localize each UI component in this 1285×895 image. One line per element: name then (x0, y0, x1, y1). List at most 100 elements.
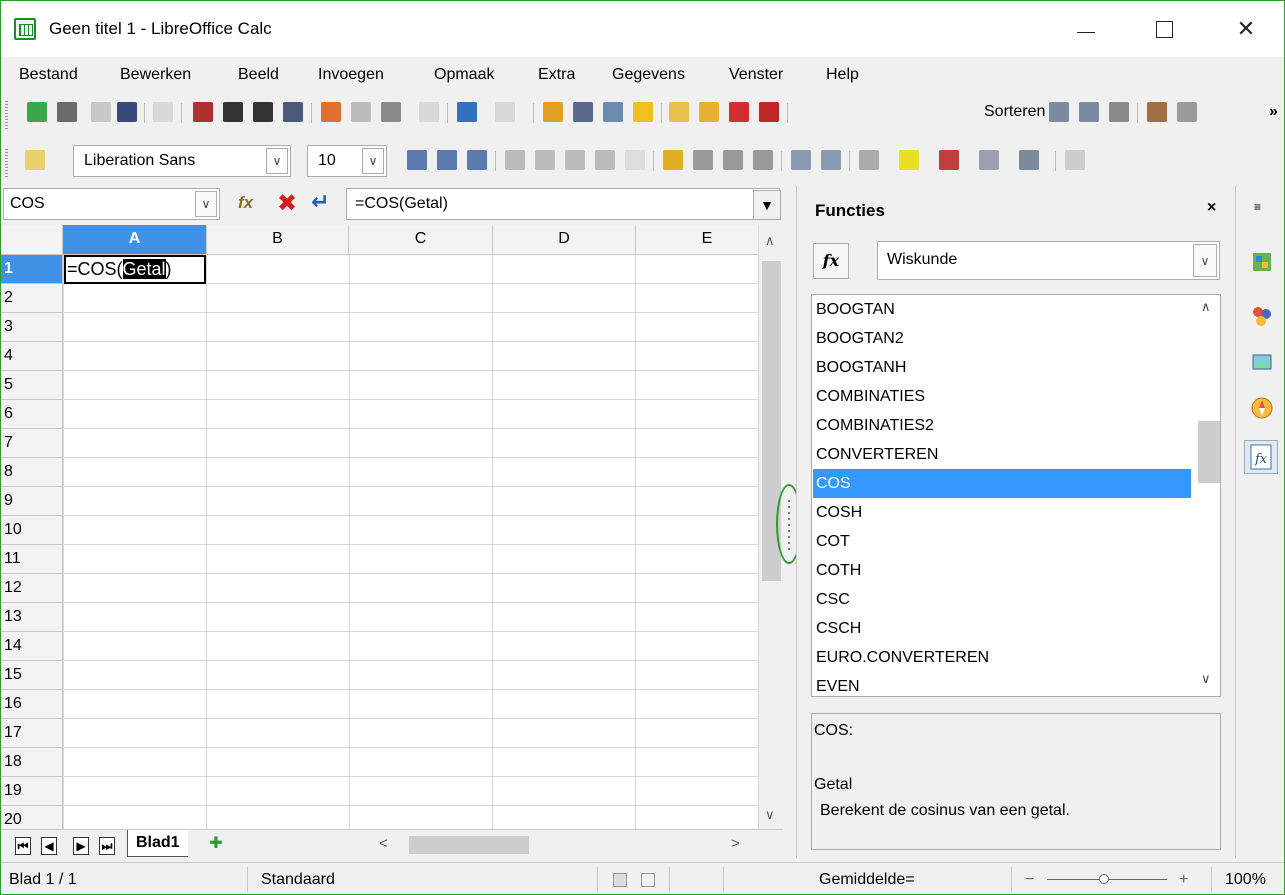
menu-bestand[interactable]: Bestand (19, 66, 78, 84)
print-icon[interactable] (223, 102, 243, 122)
gallery-icon[interactable] (1250, 350, 1274, 374)
row-header[interactable]: 6 (1, 400, 63, 429)
function-list[interactable]: BOOGTAN BOOGTAN2 BOOGTANH COMBINATIES CO… (811, 294, 1221, 697)
add-decimal-icon[interactable] (723, 150, 743, 170)
font-name-combo[interactable]: Liberation Sans ∨ (73, 145, 291, 177)
navigator-toolbar-icon[interactable] (633, 102, 653, 122)
currency-format-icon[interactable] (663, 150, 683, 170)
new-document-icon[interactable] (27, 102, 47, 122)
scroll-down-icon[interactable]: ∨ (765, 807, 775, 823)
row-header[interactable]: 20 (1, 806, 63, 829)
menu-opmaak[interactable]: Opmaak (434, 66, 494, 84)
background-color-icon[interactable] (939, 150, 959, 170)
expand-formula-bar-button[interactable]: ▼ (753, 190, 781, 220)
chevron-down-icon[interactable]: ∨ (1193, 244, 1217, 277)
scroll-up-icon[interactable]: ∧ (1201, 299, 1211, 315)
last-sheet-button[interactable]: ⏭ (99, 837, 115, 855)
sheet-tab[interactable]: Blad1 (127, 830, 188, 857)
minimize-button[interactable] (1063, 9, 1109, 49)
list-item[interactable]: COSH (813, 498, 1191, 527)
close-icon[interactable]: × (1207, 199, 1216, 217)
list-item[interactable]: CSC (813, 585, 1191, 614)
navigator-icon[interactable] (1250, 396, 1274, 420)
select-all-corner[interactable] (1, 225, 63, 255)
insert-chart-icon[interactable] (1177, 102, 1197, 122)
list-item[interactable]: BOOGTAN2 (813, 324, 1191, 353)
insert-image-icon[interactable] (1147, 102, 1167, 122)
sort-ascending-icon[interactable] (1049, 102, 1069, 122)
print-direct-icon[interactable] (253, 102, 273, 122)
insert-row-icon[interactable] (669, 102, 689, 122)
horizontal-scrollbar[interactable]: < > (371, 834, 749, 856)
row-header[interactable]: 1 (1, 255, 63, 284)
accept-icon[interactable]: ↵ (311, 189, 329, 215)
function-list-scrollbar[interactable]: ∧ ∨ (1195, 295, 1220, 696)
conditional-format-icon[interactable] (979, 150, 999, 170)
toolbar-overflow-button[interactable]: » (1269, 103, 1278, 121)
chevron-down-icon[interactable]: ∨ (362, 148, 384, 174)
list-item[interactable]: BOOGTAN (813, 295, 1191, 324)
scrollbar-thumb[interactable] (409, 836, 529, 854)
list-item[interactable]: EURO.CONVERTEREN (813, 643, 1191, 672)
first-sheet-button[interactable]: ⏮ (15, 837, 31, 855)
name-box[interactable]: COS ∨ (3, 188, 220, 220)
undo-icon[interactable] (457, 102, 477, 122)
save-icon[interactable] (91, 102, 111, 122)
menu-gegevens[interactable]: Gegevens (612, 66, 685, 84)
bold-icon[interactable] (407, 150, 427, 170)
row-header[interactable]: 19 (1, 777, 63, 806)
column-header[interactable]: A (63, 225, 207, 255)
maximize-button[interactable] (1141, 9, 1187, 49)
menu-invoegen[interactable]: Invoegen (318, 66, 384, 84)
row-header[interactable]: 17 (1, 719, 63, 748)
menu-bewerken[interactable]: Bewerken (120, 66, 191, 84)
underline-icon[interactable] (467, 150, 487, 170)
increase-indent-icon[interactable] (821, 150, 841, 170)
scroll-right-icon[interactable]: > (731, 835, 740, 852)
delete-column-icon[interactable] (759, 102, 779, 122)
cell-styles-icon[interactable] (1019, 150, 1039, 170)
insert-column-icon[interactable] (699, 102, 719, 122)
scroll-left-icon[interactable]: < (379, 835, 388, 852)
scrollbar-thumb[interactable] (1198, 421, 1220, 483)
column-header[interactable]: B (207, 225, 349, 255)
list-item-selected[interactable]: COS (813, 469, 1191, 498)
list-item[interactable]: COT (813, 527, 1191, 556)
row-header[interactable]: 2 (1, 284, 63, 313)
copy-icon[interactable] (351, 102, 371, 122)
cut-icon[interactable] (321, 102, 341, 122)
add-sheet-icon[interactable]: ✚ (199, 833, 233, 855)
row-header[interactable]: 12 (1, 574, 63, 603)
edit-mode-icon[interactable] (153, 102, 173, 122)
next-sheet-button[interactable]: ▶ (73, 837, 89, 855)
insert-function-button[interactable]: fx (813, 243, 849, 279)
clone-formatting-icon[interactable] (419, 102, 439, 122)
cell-a1[interactable]: =COS(Getal) (64, 255, 206, 284)
delete-row-icon[interactable] (729, 102, 749, 122)
scroll-down-icon[interactable]: ∨ (1201, 671, 1211, 687)
save-as-icon[interactable] (117, 102, 137, 122)
scroll-up-icon[interactable]: ∧ (765, 233, 775, 249)
list-item[interactable]: CONVERTEREN (813, 440, 1191, 469)
chevron-down-icon[interactable]: ∨ (195, 191, 217, 217)
list-item[interactable]: CSCH (813, 614, 1191, 643)
redo-icon[interactable] (495, 102, 515, 122)
styles-toolbar-icon[interactable] (25, 150, 45, 170)
menu-venster[interactable]: Venster (729, 66, 783, 84)
selection-mode-icon[interactable] (613, 873, 627, 887)
align-left-icon[interactable] (505, 150, 525, 170)
open-folder-icon[interactable] (57, 102, 77, 122)
row-header[interactable]: 13 (1, 603, 63, 632)
export-pdf-icon[interactable] (193, 102, 213, 122)
cancel-icon[interactable]: ✖ (277, 189, 297, 218)
spreadsheet-grid[interactable]: A B C D E 1 2 3 4 5 6 7 8 9 10 11 12 13 … (1, 225, 758, 829)
zoom-slider-knob[interactable] (1099, 874, 1109, 884)
sort-button[interactable]: Sorteren (984, 103, 1045, 121)
toolbar-grip[interactable] (5, 147, 8, 177)
row-header[interactable]: 15 (1, 661, 63, 690)
zoom-in-button[interactable]: + (1179, 871, 1188, 889)
border-color-icon[interactable] (899, 150, 919, 170)
percent-format-icon[interactable] (693, 150, 713, 170)
column-header[interactable]: E (636, 225, 758, 255)
merge-cells-icon[interactable] (625, 150, 645, 170)
